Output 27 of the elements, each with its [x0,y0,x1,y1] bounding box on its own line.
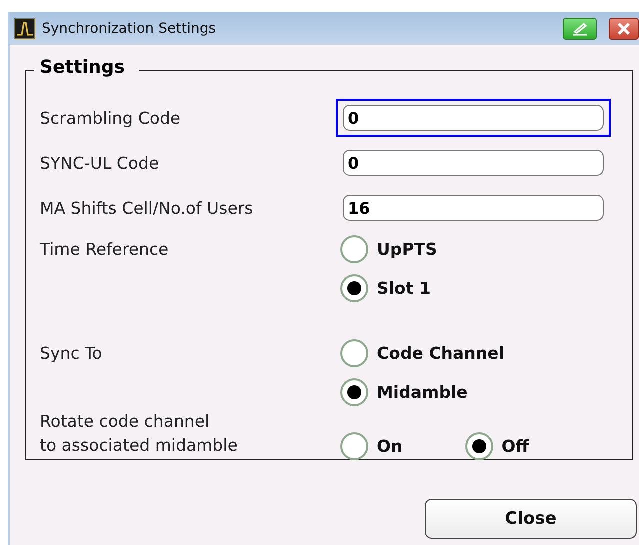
radio-button[interactable] [464,432,494,461]
input-field[interactable]: 0 [336,99,611,137]
radio-label[interactable]: On [377,437,403,456]
radio-label[interactable]: Code Channel [377,344,505,363]
pen-icon [570,20,590,36]
field-label: MA Shifts Cell/No.of Users [40,198,254,220]
radio-label[interactable]: Slot 1 [377,279,431,298]
field-label: SYNC-UL Code [40,152,160,174]
close-button[interactable] [609,18,639,40]
close-icon [617,22,631,36]
radio-button[interactable] [340,378,369,407]
window-title: Synchronization Settings [42,20,218,36]
radio-button[interactable] [340,274,369,303]
field-label: Scrambling Code [40,108,182,130]
radio-label[interactable]: UpPTS [377,240,438,259]
group-title: Settings [34,57,139,78]
field-label: Time Reference [40,239,170,261]
radio-button[interactable] [340,339,369,368]
waveform-icon [14,18,36,40]
radio-button[interactable] [340,235,369,264]
radio-label[interactable]: Midamble [377,383,468,402]
edit-button[interactable] [563,18,597,40]
field-label: Sync To [40,343,104,365]
field-label: Rotate code channel to associated midamble [40,411,239,457]
close-button[interactable]: Close [425,499,637,539]
radio-label[interactable]: Off [502,437,530,456]
radio-button[interactable] [340,432,369,461]
